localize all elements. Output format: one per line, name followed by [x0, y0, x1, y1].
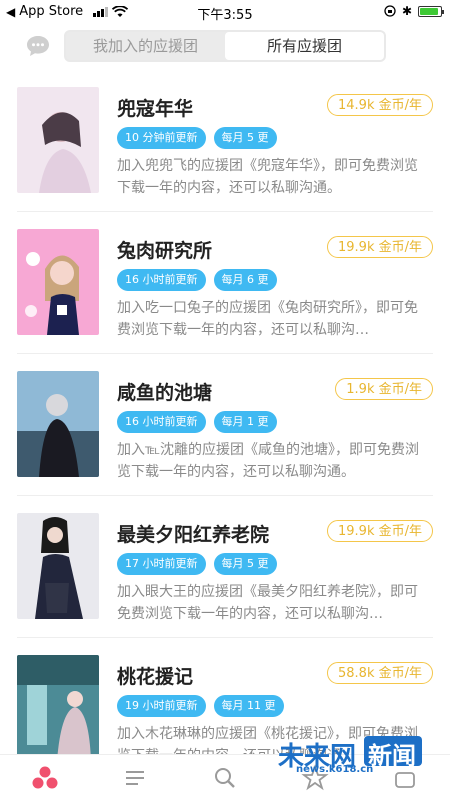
update-frequency-tag: 每月 11 更 — [213, 695, 284, 717]
watermark-logo: 未来网 新闻 news.k618.cn — [276, 734, 426, 776]
update-time-tag: 17 小时前更新 — [117, 553, 206, 575]
tab-joined-groups[interactable]: 我加入的应援团 — [66, 32, 225, 60]
group-description: 加入眼大王的应援团《最美夕阳红养老院》，即可免费浏览下载一年的内容，还可以私聊沟… — [117, 584, 418, 622]
price-badge: 14.9k 金币/年 — [327, 94, 433, 116]
group-title: 咸鱼的池塘 — [117, 382, 213, 404]
battery-icon — [418, 5, 444, 17]
watermark-brand-news: 新闻 — [368, 742, 416, 770]
group-card[interactable]: 咸鱼的池塘 1.9k 金币/年 16 小时前更新 每月 1 更 加入℡沈離的应援… — [0, 354, 450, 496]
search-icon[interactable] — [210, 763, 240, 793]
group-card[interactable]: 最美夕阳红养老院 19.9k 金币/年 17 小时前更新 每月 5 更 加入眼大… — [0, 496, 450, 638]
tag-row: 19 小时前更新 每月 11 更 — [117, 695, 284, 717]
bluetooth-icon: ✱ — [401, 4, 412, 18]
groups-icon[interactable] — [30, 763, 60, 793]
price-badge: 1.9k 金币/年 — [335, 378, 433, 400]
group-title: 桃花援记 — [117, 666, 194, 688]
group-cover-image — [17, 87, 99, 193]
group-cover-image — [17, 229, 99, 335]
group-cover-image — [17, 513, 99, 619]
update-time-tag: 19 小时前更新 — [117, 695, 206, 717]
group-list: 兜寇年华 14.9k 金币/年 10 分钟前更新 每月 5 更 加入兜兜飞的应援… — [0, 70, 450, 754]
tag-row: 10 分钟前更新 每月 5 更 — [117, 127, 277, 149]
group-card[interactable]: 兔肉研究所 19.9k 金币/年 16 小时前更新 每月 6 更 加入吃一口兔子… — [0, 212, 450, 354]
group-card[interactable]: 兜寇年华 14.9k 金币/年 10 分钟前更新 每月 5 更 加入兜兜飞的应援… — [0, 70, 450, 212]
group-cover-image — [17, 371, 99, 477]
watermark-url: news.k618.cn — [296, 764, 374, 775]
price-badge: 19.9k 金币/年 — [327, 520, 433, 542]
update-frequency-tag: 每月 5 更 — [213, 553, 277, 575]
tag-row: 16 小时前更新 每月 6 更 — [117, 269, 277, 291]
update-frequency-tag: 每月 5 更 — [213, 127, 277, 149]
group-filter-segmented-control: 我加入的应援团 所有应援团 — [64, 30, 386, 62]
tag-row: 17 小时前更新 每月 5 更 — [117, 553, 277, 575]
group-title: 最美夕阳红养老院 — [117, 524, 270, 546]
orientation-lock-icon — [384, 5, 396, 17]
update-frequency-tag: 每月 6 更 — [213, 269, 277, 291]
update-frequency-tag: 每月 1 更 — [213, 411, 277, 433]
tag-row: 16 小时前更新 每月 1 更 — [117, 411, 277, 433]
list-icon[interactable] — [120, 763, 150, 793]
group-title: 兜寇年华 — [117, 98, 194, 120]
price-badge: 58.8k 金币/年 — [327, 662, 433, 684]
tab-all-groups[interactable]: 所有应援团 — [225, 32, 384, 60]
update-time-tag: 16 小时前更新 — [117, 269, 206, 291]
group-description: 加入吃一口兔子的应援团《兔肉研究所》，即可免费浏览下载一年的内容，还可以私聊沟… — [117, 300, 418, 338]
chat-bubble-icon[interactable] — [26, 35, 50, 57]
group-description: 加入兜兜飞的应援团《兜寇年华》，即可免费浏览下载一年的内容，还可以私聊沟通。 — [117, 158, 418, 196]
update-time-tag: 10 分钟前更新 — [117, 127, 206, 149]
group-cover-image — [17, 655, 99, 754]
status-bar: ◀ App Store 下午3:55 ✱ — [0, 0, 450, 24]
price-badge: 19.9k 金币/年 — [327, 236, 433, 258]
group-description: 加入℡沈離的应援团《咸鱼的池塘》，即可免费浏览下载一年的内容，还可以私聊沟通。 — [117, 442, 420, 480]
status-time: 下午3:55 — [197, 8, 253, 23]
group-title: 兔肉研究所 — [117, 240, 213, 262]
status-right: ✱ — [384, 4, 444, 18]
update-time-tag: 16 小时前更新 — [117, 411, 206, 433]
